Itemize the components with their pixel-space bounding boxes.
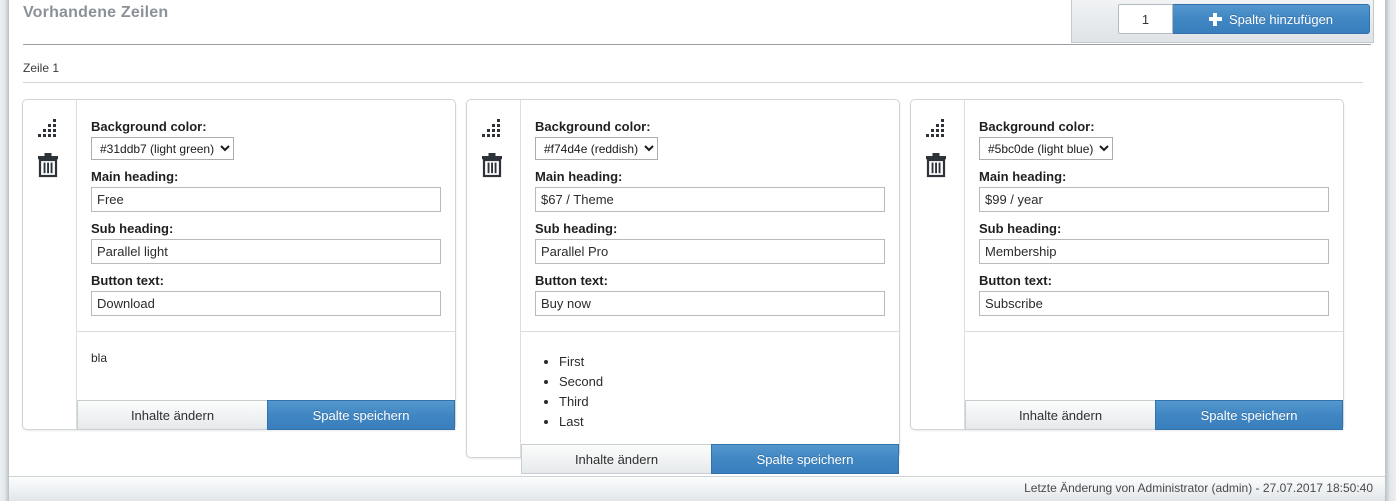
main-heading-input[interactable] bbox=[91, 187, 441, 212]
footer-bar: Letzte Änderung von Administrator (admin… bbox=[9, 476, 1385, 501]
sub-heading-label: Sub heading: bbox=[535, 221, 618, 236]
content-preview[interactable]: bla bbox=[77, 331, 455, 400]
drag-handle-icon[interactable] bbox=[37, 117, 59, 139]
drag-handle-icon[interactable] bbox=[481, 117, 503, 139]
background-color-select[interactable]: #5bc0de (light blue) bbox=[979, 137, 1113, 160]
button-text-label: Button text: bbox=[535, 273, 608, 288]
main-heading-label: Main heading: bbox=[91, 169, 179, 184]
sub-heading-input[interactable] bbox=[979, 239, 1329, 264]
column-actions: Inhalte ändern Spalte speichern bbox=[77, 400, 455, 430]
save-column-button[interactable]: Spalte speichern bbox=[711, 444, 899, 474]
preview-list-item: Last bbox=[559, 412, 885, 432]
main-heading-label: Main heading: bbox=[979, 169, 1067, 184]
column-actions: Inhalte ändern Spalte speichern bbox=[965, 400, 1343, 430]
sub-heading-input[interactable] bbox=[91, 239, 441, 264]
preview-text: bla bbox=[91, 351, 108, 365]
column-card: Background color: #31ddb7 (light green) Ma… bbox=[22, 99, 456, 430]
drag-handle-icon[interactable] bbox=[925, 117, 947, 139]
background-color-select[interactable]: #f74d4e (reddish) bbox=[535, 137, 658, 160]
main-heading-label: Main heading: bbox=[535, 169, 623, 184]
column-actions: Inhalte ändern Spalte speichern bbox=[521, 444, 899, 474]
background-color-label: Background color: bbox=[535, 119, 651, 134]
content-preview[interactable]: FirstSecondThirdLast bbox=[521, 331, 899, 444]
button-text-label: Button text: bbox=[979, 273, 1052, 288]
button-text-input[interactable] bbox=[91, 291, 441, 316]
preview-list-item: Second bbox=[559, 372, 885, 392]
column-body: Background color: #31ddb7 (light green) Ma… bbox=[77, 100, 455, 430]
trash-icon[interactable] bbox=[36, 152, 60, 178]
column-card: Background color: #5bc0de (light blue) Mai… bbox=[910, 99, 1344, 430]
column-body: Background color: #5bc0de (light blue) Mai… bbox=[965, 100, 1343, 430]
edit-content-button[interactable]: Inhalte ändern bbox=[77, 400, 267, 430]
main-heading-input[interactable] bbox=[979, 187, 1329, 212]
column-gutter bbox=[467, 100, 521, 457]
trash-icon[interactable] bbox=[924, 152, 948, 178]
button-text-input[interactable] bbox=[535, 291, 885, 316]
preview-list-item: Third bbox=[559, 392, 885, 412]
column-body: Background color: #f74d4e (reddish) Main h… bbox=[521, 100, 899, 474]
preview-list-item: First bbox=[559, 352, 885, 372]
column-fields: Background color: #5bc0de (light blue) Mai… bbox=[965, 100, 1343, 331]
columns-container: Background color: #31ddb7 (light green) Ma… bbox=[0, 0, 1396, 501]
button-text-input[interactable] bbox=[979, 291, 1329, 316]
save-column-button[interactable]: Spalte speichern bbox=[267, 400, 455, 430]
sub-heading-input[interactable] bbox=[535, 239, 885, 264]
last-change-text: Letzte Änderung von Administrator (admin… bbox=[1024, 481, 1373, 495]
main-heading-input[interactable] bbox=[535, 187, 885, 212]
background-color-label: Background color: bbox=[979, 119, 1095, 134]
content-preview[interactable] bbox=[965, 331, 1343, 400]
column-gutter bbox=[911, 100, 965, 429]
save-column-button[interactable]: Spalte speichern bbox=[1155, 400, 1343, 430]
sub-heading-label: Sub heading: bbox=[979, 221, 1062, 236]
column-gutter bbox=[23, 100, 77, 429]
column-fields: Background color: #31ddb7 (light green) Ma… bbox=[77, 100, 455, 331]
edit-content-button[interactable]: Inhalte ändern bbox=[521, 444, 711, 474]
trash-icon[interactable] bbox=[480, 152, 504, 178]
preview-list: FirstSecondThirdLast bbox=[535, 352, 885, 432]
button-text-label: Button text: bbox=[91, 273, 164, 288]
background-color-label: Background color: bbox=[91, 119, 207, 134]
background-color-select[interactable]: #31ddb7 (light green) bbox=[91, 137, 234, 160]
column-card: Background color: #f74d4e (reddish) Main h… bbox=[466, 99, 900, 474]
edit-content-button[interactable]: Inhalte ändern bbox=[965, 400, 1155, 430]
sub-heading-label: Sub heading: bbox=[91, 221, 174, 236]
column-fields: Background color: #f74d4e (reddish) Main h… bbox=[521, 100, 899, 331]
